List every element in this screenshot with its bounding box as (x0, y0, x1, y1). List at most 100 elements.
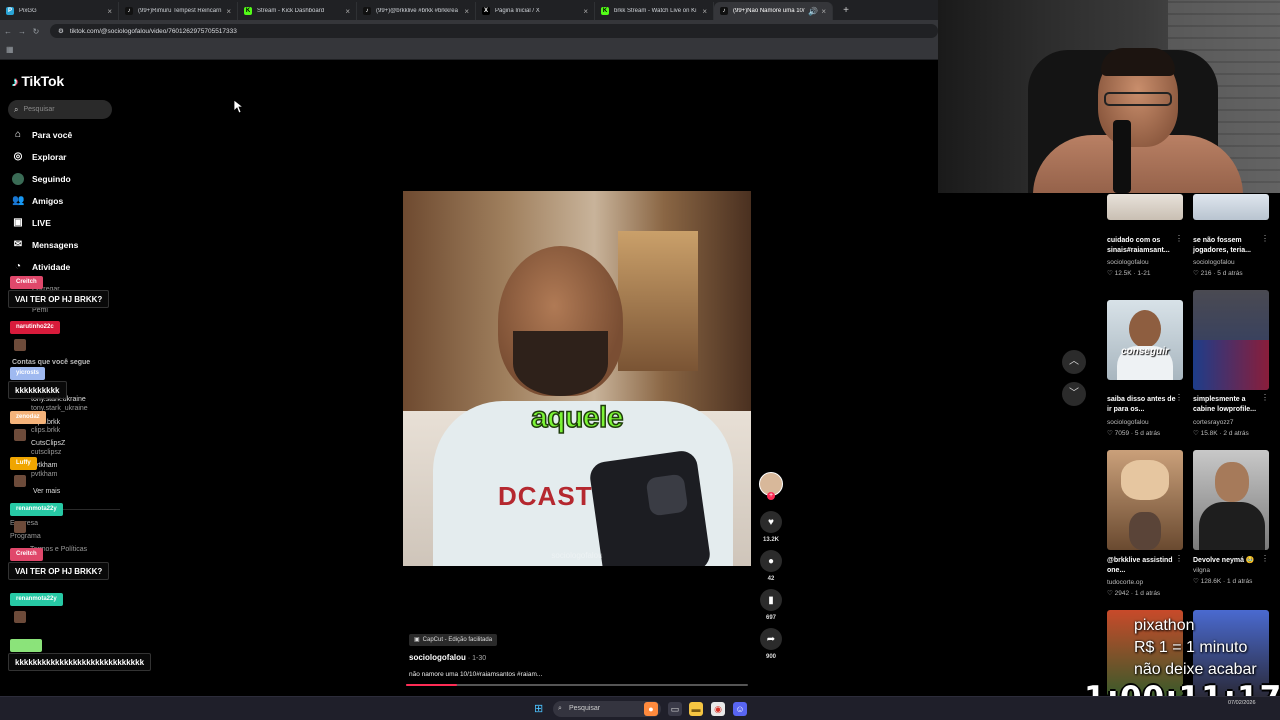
video-thumbnail[interactable] (1193, 290, 1269, 390)
previous-video-button[interactable]: ︿ (1062, 350, 1086, 374)
reload-icon[interactable]: ↻ (30, 27, 42, 36)
more-options-icon[interactable]: ⋮ (1261, 393, 1269, 402)
speaker-icon[interactable]: 🔊 (808, 7, 818, 16)
nav-item-activity[interactable]: ◔ Atividade (12, 261, 70, 272)
more-options-icon[interactable]: ⋮ (1261, 234, 1269, 243)
capcut-icon: ▣ (414, 637, 420, 643)
video-author[interactable]: sociologofalou · 1-30 (409, 653, 486, 662)
video-title[interactable]: cuidado com os sinais#raiamsant... (1107, 236, 1177, 256)
close-icon[interactable]: × (464, 7, 469, 16)
nav-item-for-you[interactable]: ⌂ Para você (12, 129, 72, 140)
video-author[interactable]: cortesrayozz7 (1193, 419, 1233, 426)
task-view-icon[interactable]: ▭ (668, 702, 682, 716)
tiktok-icon: ♪ (363, 7, 371, 15)
follow-plus-icon[interactable]: + (767, 492, 775, 500)
like-button[interactable]: ♥ (760, 511, 782, 533)
chat-message: kkkkkkkkkkkkkkkkkkkkkkkkkkkkk (8, 653, 152, 671)
video-thumbnail[interactable] (1107, 194, 1183, 220)
close-icon[interactable]: × (226, 7, 231, 16)
more-options-icon[interactable]: ⋮ (1175, 554, 1183, 563)
thumbnail-anime-face (1121, 460, 1169, 500)
webcam-streamer-hair (1101, 48, 1175, 76)
taskbar-app-icon[interactable]: ● (644, 702, 658, 716)
video-author[interactable]: sociologofalou (1107, 419, 1149, 426)
video-thumbnail[interactable] (1193, 194, 1269, 220)
video-meta: ♡ 2942 · 1 d atrás (1107, 590, 1161, 597)
account-handle: pvtkham (31, 471, 58, 478)
nav-item-live[interactable]: ▣ LIVE (12, 217, 51, 228)
chevron-up-icon: ︿ (1069, 356, 1079, 367)
video-title[interactable]: simplesmente a cabine lowprofile... (1193, 395, 1263, 415)
more-options-icon[interactable]: ⋮ (1175, 234, 1183, 243)
footer-program[interactable]: Programa (10, 533, 41, 540)
see-more-link[interactable]: Ver mais (33, 488, 60, 495)
browser-tab[interactable]: P PixGG × (0, 2, 119, 20)
browser-tab[interactable]: X Página Inicial / X × (476, 2, 595, 20)
close-icon[interactable]: × (107, 7, 112, 16)
video-thumbnail[interactable]: conseguir (1107, 300, 1183, 380)
comment-count: 42 (767, 576, 775, 582)
chat-username: yicrosts (10, 367, 46, 380)
site-info-icon[interactable]: ⚙ (58, 27, 64, 35)
video-title[interactable]: se não fossem jogadores, teria... (1193, 236, 1263, 256)
video-title[interactable]: Devolve neymá 🥹 (1193, 556, 1263, 566)
account-handle: cutsclipsz (31, 449, 62, 456)
account-name[interactable]: CutsClipsZ (31, 440, 65, 447)
url-field[interactable]: ⚙ tiktok.com/@sociologofalou/video/760126… (50, 24, 938, 38)
video-title[interactable]: @brkklive assistind one... (1107, 556, 1177, 576)
heart-icon: ♡ (1107, 430, 1115, 437)
video-thumbnail[interactable] (1107, 450, 1183, 550)
tiktok-page: ♪ TikTok ⌕ Pesquisar ⌂ Para você ◎ Explorar … (0, 61, 1095, 696)
video-progress-bar[interactable] (406, 684, 748, 686)
video-title[interactable]: saiba disso antes de ir para os... (1107, 395, 1177, 415)
chat-emote (14, 521, 26, 533)
search-input[interactable]: ⌕ Pesquisar (8, 100, 112, 119)
chat-emote (14, 475, 26, 487)
file-explorer-icon[interactable]: ▬ (689, 702, 703, 716)
nav-item-messages[interactable]: ✉ Mensagens (12, 239, 79, 250)
new-tab-button[interactable]: + (839, 5, 853, 16)
browser-tab-active[interactable]: ♪ (99+)Não Namore uma 10/🔊 × (714, 2, 833, 20)
discord-icon[interactable]: ☺ (733, 702, 747, 716)
video-author[interactable]: sociologofalou (1107, 259, 1149, 266)
forward-icon[interactable]: → (16, 27, 28, 36)
chat-username: Creitch (10, 276, 43, 289)
chrome-icon[interactable]: ◉ (711, 702, 725, 716)
tiktok-icon: ♪ (720, 7, 728, 15)
nav-item-friends[interactable]: 👥 Amigos (12, 195, 63, 206)
video-thumbnail[interactable] (1193, 450, 1269, 550)
save-button[interactable]: ▮ (760, 589, 782, 611)
browser-tab[interactable]: ♪ (99+)Rimuru Tempest Reincarn × (119, 2, 238, 20)
kick-icon: K (244, 7, 252, 15)
video-author[interactable]: sociologofalou (1193, 259, 1235, 266)
close-icon[interactable]: × (702, 7, 707, 16)
windows-start-icon[interactable]: ⊞ (534, 703, 546, 715)
browser-tab[interactable]: K Stream - Kick Dashboard × (238, 2, 357, 20)
taskbar-clock[interactable]: 07/02/2026 (1228, 699, 1256, 708)
video-meta: ♡ 12.5K · 1-21 (1107, 270, 1151, 277)
more-options-icon[interactable]: ⋮ (1175, 393, 1183, 402)
nav-item-explore[interactable]: ◎ Explorar (12, 151, 67, 162)
live-icon: ▣ (13, 217, 23, 228)
capcut-badge[interactable]: ▣ CapCut - Edição facilitada (409, 634, 498, 646)
browser-tab[interactable]: ♪ (99+)@brkklive #brkk #brkkrea × (357, 2, 476, 20)
browser-tab[interactable]: Kbrkk Stream - Watch Live on Ki × (595, 2, 714, 20)
video-author[interactable]: vilgna (1193, 567, 1210, 574)
video-window (618, 231, 698, 371)
video-player[interactable]: DCAST aquele sociologofalou (403, 191, 751, 566)
close-icon[interactable]: × (821, 7, 826, 16)
close-icon[interactable]: × (345, 7, 350, 16)
nav-item-following[interactable]: Seguindo (12, 173, 71, 185)
next-video-button[interactable]: ﹀ (1062, 382, 1086, 406)
tiktok-logo[interactable]: ♪ TikTok (12, 73, 64, 89)
comment-button[interactable]: ● (760, 550, 782, 572)
like-count: 13.2K (762, 537, 779, 543)
back-icon[interactable]: ← (2, 27, 14, 36)
chat-message: VAI TER OP HJ BRKK? (8, 290, 110, 308)
more-options-icon[interactable]: ⋮ (1261, 554, 1269, 563)
chat-message: VAI TER OP HJ BRKK? (8, 562, 110, 580)
close-icon[interactable]: × (583, 7, 588, 16)
apps-grid-icon[interactable]: ▦ (6, 46, 14, 54)
video-author[interactable]: tudocorte.op (1107, 579, 1143, 586)
share-button[interactable]: ➦ (760, 628, 782, 650)
